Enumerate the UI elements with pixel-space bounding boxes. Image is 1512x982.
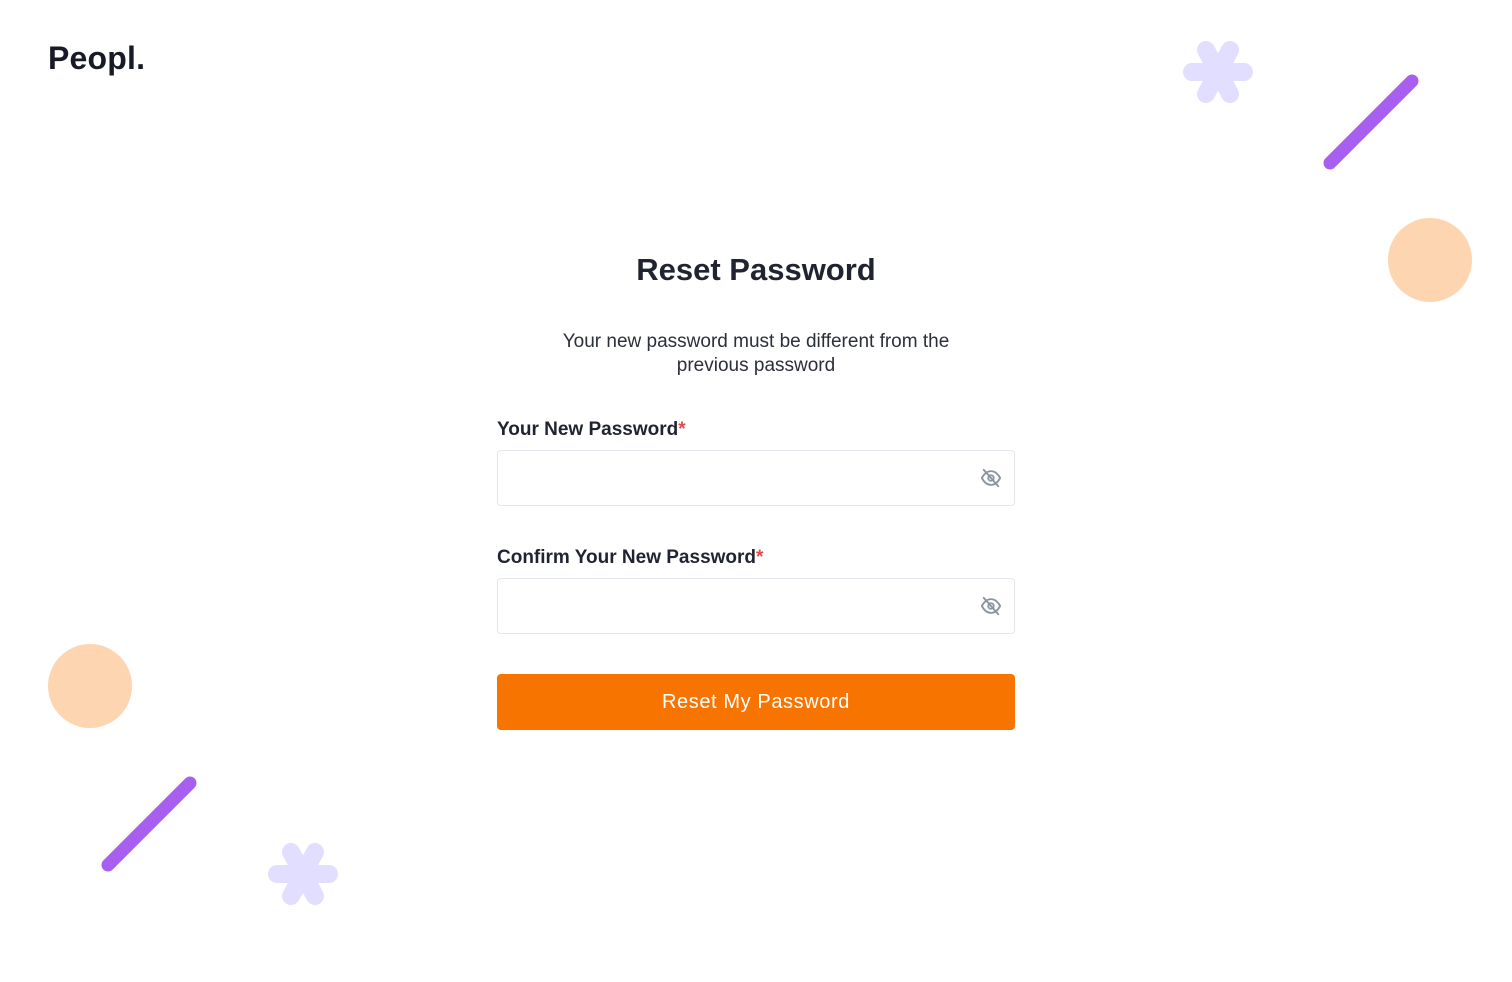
diagonal-line-decoration-top bbox=[1323, 74, 1419, 170]
eye-off-icon[interactable] bbox=[978, 593, 1004, 619]
logo: Peopl. bbox=[48, 40, 146, 76]
asterisk-decoration-top bbox=[1183, 41, 1253, 103]
confirm-password-label-text: Confirm Your New Password bbox=[497, 547, 757, 568]
confirm-password-field bbox=[497, 578, 1015, 634]
diagonal-line-decoration-bottom bbox=[101, 776, 197, 872]
circle-decoration-left bbox=[48, 644, 132, 728]
new-password-field bbox=[497, 450, 1015, 506]
confirm-password-input[interactable] bbox=[498, 579, 1014, 633]
required-asterisk: * bbox=[756, 547, 764, 568]
page-subtitle: Your new password must be different from… bbox=[562, 331, 950, 376]
required-asterisk: * bbox=[678, 419, 686, 440]
circle-decoration-right bbox=[1388, 218, 1472, 302]
reset-password-button[interactable]: Reset My Password bbox=[497, 674, 1015, 730]
new-password-input[interactable] bbox=[498, 451, 1014, 505]
reset-password-form: Reset Password Your new password must be… bbox=[497, 250, 1015, 730]
page-title: Reset Password bbox=[636, 252, 876, 287]
new-password-label-text: Your New Password bbox=[497, 419, 679, 440]
confirm-password-label: Confirm Your New Password* bbox=[497, 546, 1015, 570]
eye-off-icon[interactable] bbox=[978, 465, 1004, 491]
new-password-label: Your New Password* bbox=[497, 418, 1015, 442]
asterisk-decoration-bottom bbox=[268, 843, 338, 905]
